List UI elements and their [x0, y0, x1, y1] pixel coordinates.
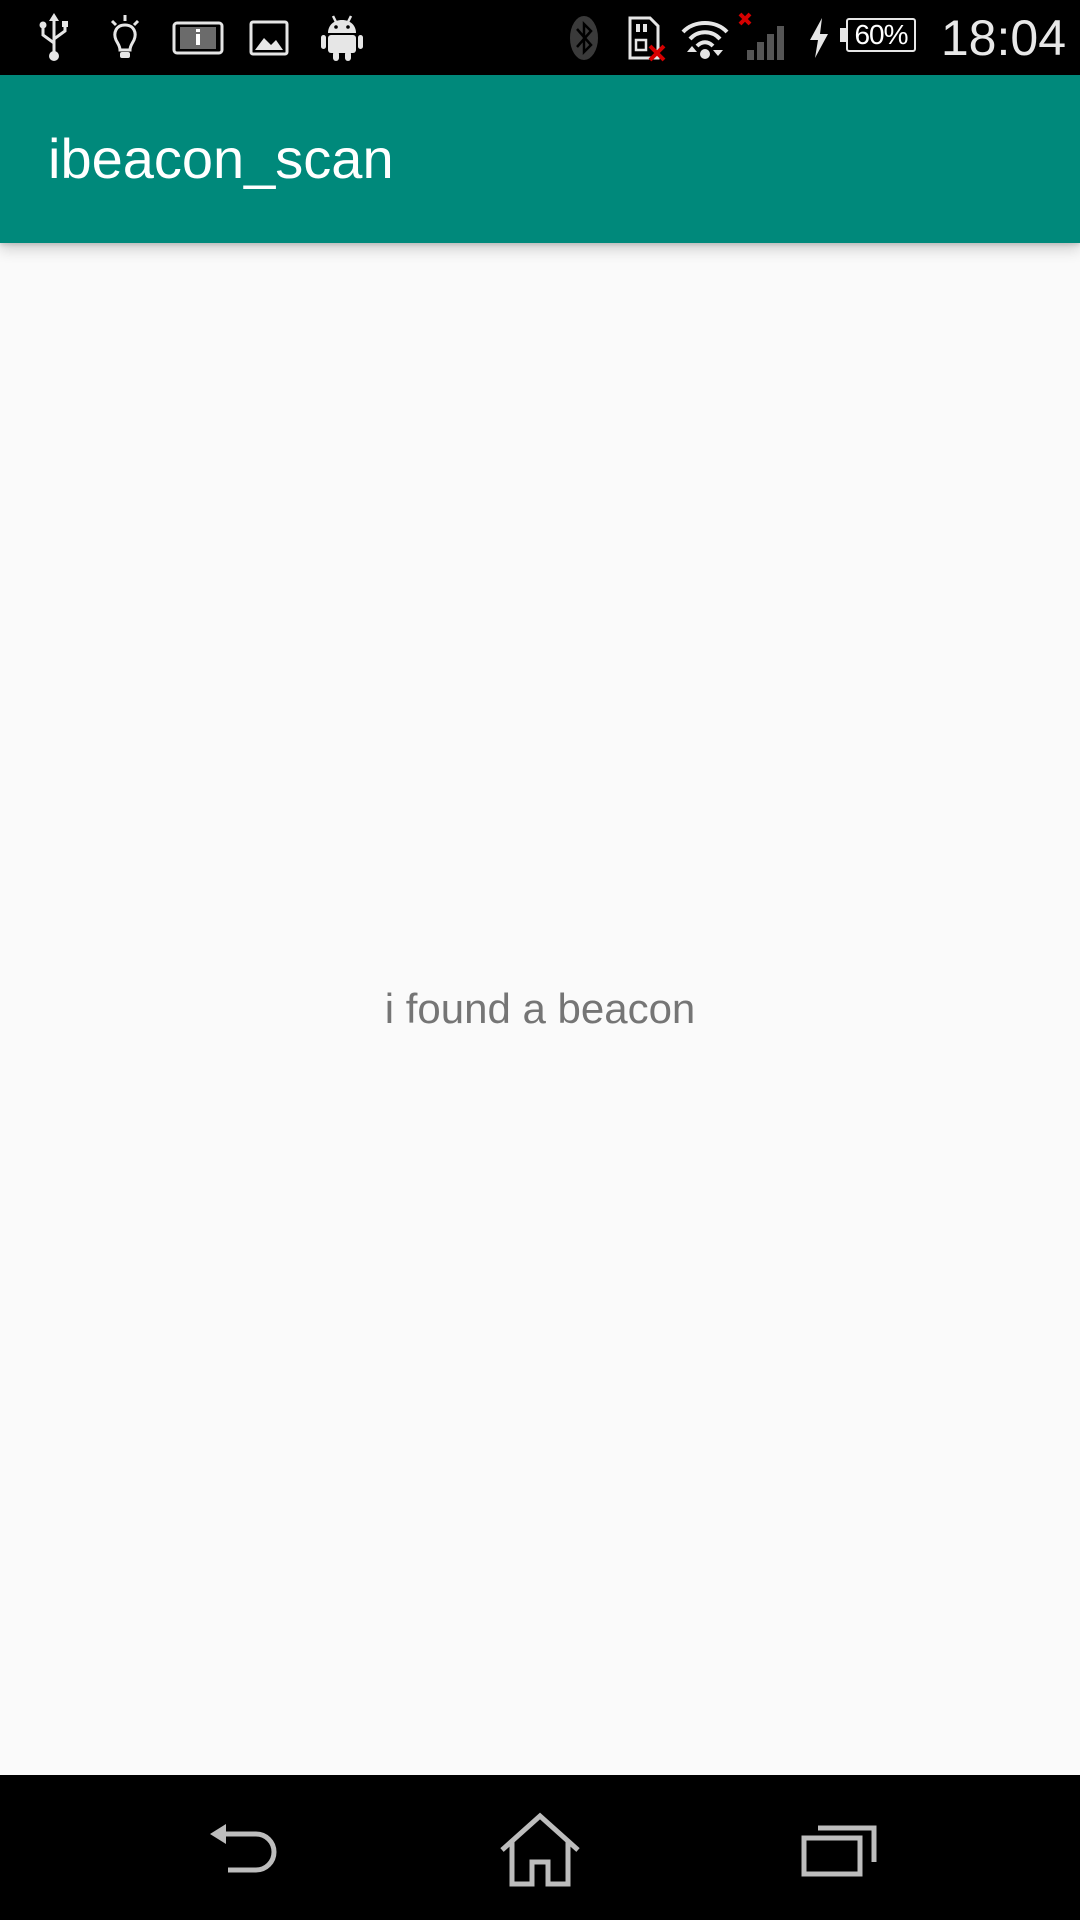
home-icon — [500, 1812, 580, 1887]
lightbulb-icon — [105, 12, 145, 64]
image-icon — [248, 12, 290, 64]
battery-percent: 60% — [854, 19, 908, 50]
bluetooth-icon — [566, 12, 602, 64]
recents-icon — [801, 1825, 877, 1877]
home-button[interactable] — [480, 1805, 600, 1895]
status-bar: 60% 18:04 — [0, 0, 1080, 75]
wifi-icon — [680, 12, 730, 64]
battery-icon: 60% — [840, 16, 920, 56]
charging-icon — [804, 12, 834, 64]
app-title: ibeacon_scan — [48, 127, 394, 190]
app-bar: ibeacon_scan — [0, 75, 1080, 243]
navigation-bar — [0, 1775, 1080, 1920]
beacon-status-text: i found a beacon — [384, 985, 696, 1032]
no-signal-icon — [738, 12, 790, 64]
back-icon — [210, 1824, 277, 1873]
android-icon — [318, 12, 366, 64]
usb-icon — [34, 12, 74, 64]
clock: 18:04 — [940, 10, 1066, 66]
main-content: i found a beacon — [0, 243, 1080, 1775]
screen: 60% 18:04 ibeacon_scan i found a beacon — [0, 0, 1080, 1920]
back-button[interactable] — [180, 1805, 300, 1895]
info-card-icon — [172, 12, 224, 64]
recents-button[interactable] — [780, 1805, 900, 1895]
sd-card-error-icon — [624, 12, 668, 64]
